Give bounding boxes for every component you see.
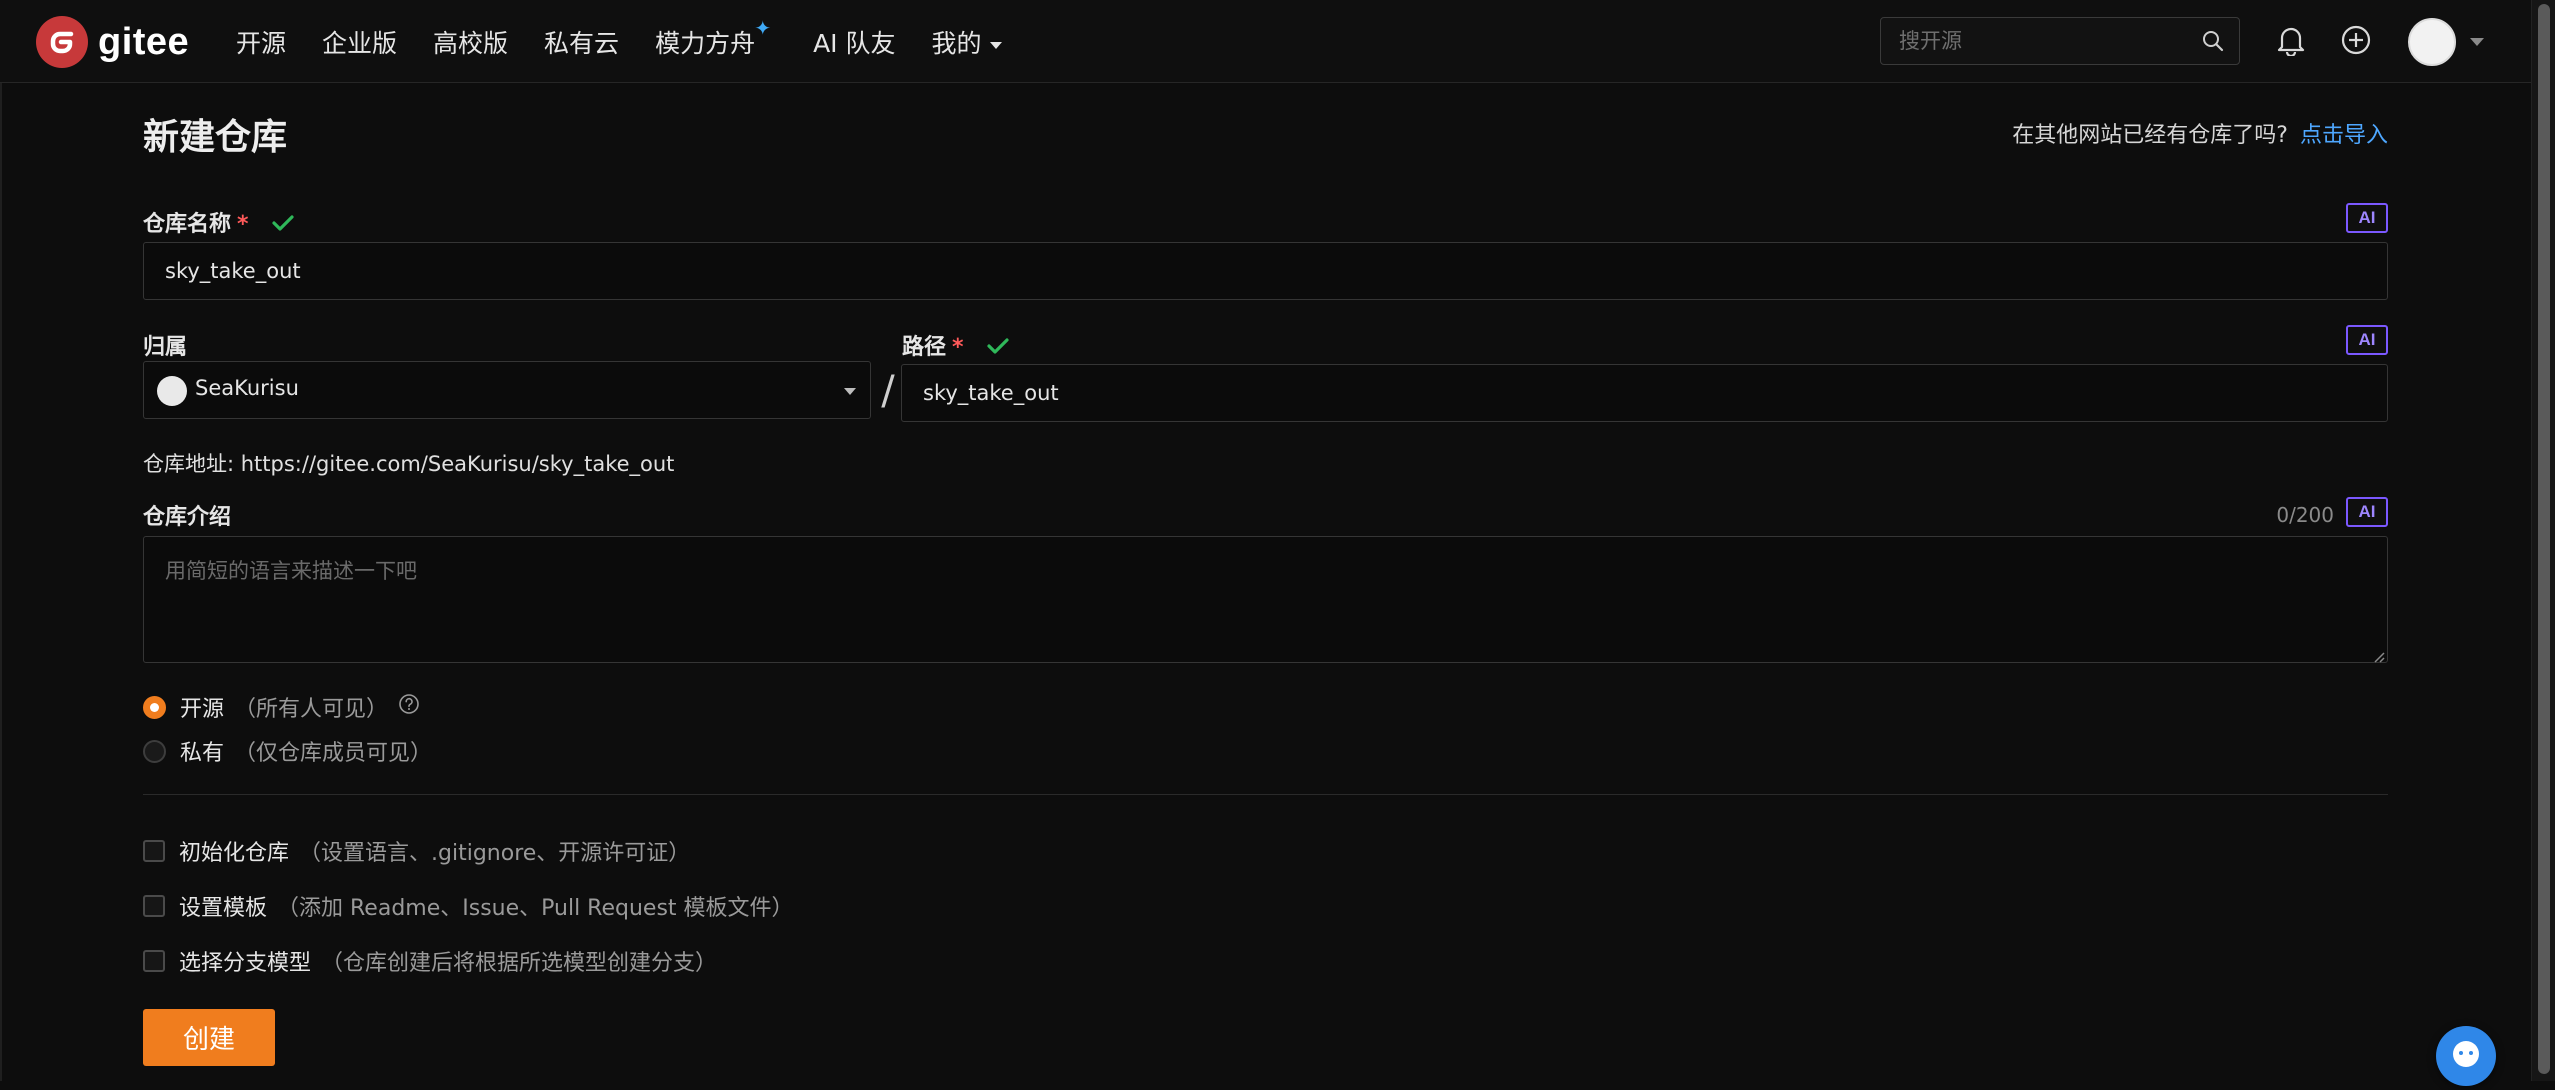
option-template-hint: （添加 Readme、Issue、Pull Request 模板文件） <box>277 896 794 921</box>
chevron-down-icon[interactable] <box>2470 38 2484 46</box>
plus-circle-icon[interactable] <box>2340 24 2372 60</box>
help-icon[interactable] <box>398 693 420 721</box>
page-frame <box>0 0 2 1081</box>
page-scrollbar[interactable] <box>2531 0 2555 1081</box>
path-label-text: 路径 <box>902 335 947 360</box>
search-input[interactable] <box>1881 18 2181 64</box>
divider <box>143 794 2388 795</box>
chevron-down-icon <box>844 388 856 395</box>
search-icon[interactable] <box>2201 29 2225 57</box>
scrollbar-thumb[interactable] <box>2538 4 2550 1074</box>
nav-item-open-source[interactable]: 开源 <box>236 24 286 60</box>
repo-name-label: 仓库名称 * <box>143 206 294 238</box>
nav-item-enterprise[interactable]: 企业版 <box>322 24 397 60</box>
nav-item-private-cloud[interactable]: 私有云 <box>544 24 619 60</box>
desc-label: 仓库介绍 <box>143 505 232 530</box>
option-branch-model-hint: （仓库创建后将根据所选模型创建分支） <box>321 951 718 976</box>
chevron-down-icon <box>989 41 1002 49</box>
owner-name: SeaKurisu <box>195 376 299 400</box>
required-mark: * <box>952 335 964 360</box>
option-template[interactable]: 设置模板 （添加 Readme、Issue、Pull Request 模板文件） <box>143 890 794 922</box>
nav-item-moli[interactable]: 模力方舟 ✦ <box>655 16 771 60</box>
checkbox-branch-model[interactable] <box>143 950 165 972</box>
owner-select[interactable]: SeaKurisu <box>143 361 871 419</box>
repo-url: 仓库地址: https://gitee.com/SeaKurisu/sky_ta… <box>143 452 675 476</box>
import-hint: 在其他网站已经有仓库了吗? 点击导入 <box>2012 117 2388 149</box>
ai-badge-name[interactable]: AI <box>2346 203 2388 233</box>
nav-item-mine-label: 我的 <box>931 29 982 58</box>
import-hint-text: 在其他网站已经有仓库了吗? <box>2012 123 2288 148</box>
page-title: 新建仓库 <box>143 117 288 158</box>
nav-item-mine[interactable]: 我的 <box>932 24 1002 60</box>
option-init-repo-hint: （设置语言、.gitignore、开源许可证） <box>299 841 691 866</box>
desc-textarea[interactable] <box>143 536 2388 663</box>
nav-item-ai-teammate[interactable]: AI 队友 <box>813 24 895 60</box>
nav-item-moli-label: 模力方舟 <box>655 29 756 58</box>
ai-badge-desc[interactable]: AI <box>2346 497 2388 527</box>
path-separator: / <box>881 368 895 414</box>
option-template-label: 设置模板 <box>179 896 268 921</box>
ai-badge-path[interactable]: AI <box>2346 325 2388 355</box>
visibility-public[interactable]: 开源 （所有人可见） <box>143 691 420 723</box>
check-icon <box>272 213 294 238</box>
radio-private-label: 私有 <box>180 741 225 766</box>
import-link[interactable]: 点击导入 <box>2300 123 2388 148</box>
user-avatar[interactable] <box>2408 18 2456 66</box>
option-branch-model-label: 选择分支模型 <box>179 951 312 976</box>
bell-icon[interactable] <box>2276 24 2306 60</box>
checkbox-init-repo[interactable] <box>143 840 165 862</box>
radio-public-label: 开源 <box>180 697 225 722</box>
radio-private[interactable] <box>143 739 166 763</box>
gitee-logo[interactable]: gitee <box>36 16 189 68</box>
repo-name-label-text: 仓库名称 <box>143 212 232 237</box>
search-box <box>1880 17 2240 65</box>
visibility-private[interactable]: 私有 （仅仓库成员可见） <box>143 735 432 767</box>
resize-grip-icon[interactable] <box>2373 648 2385 667</box>
radio-public[interactable] <box>143 695 166 719</box>
sparkle-icon: ✦ <box>754 16 772 40</box>
create-button[interactable]: 创建 <box>143 1009 275 1066</box>
path-input[interactable]: sky_take_out <box>901 364 2388 422</box>
checkbox-template[interactable] <box>143 895 165 917</box>
nav-item-education[interactable]: 高校版 <box>433 24 508 60</box>
main-nav: 开源 企业版 高校版 私有云 模力方舟 ✦ AI 队友 我的 <box>236 16 1038 60</box>
radio-private-hint: （仅仓库成员可见） <box>234 741 433 766</box>
logo-text: gitee <box>98 20 190 63</box>
option-init-repo-label: 初始化仓库 <box>179 841 290 866</box>
required-mark: * <box>237 212 249 237</box>
owner-label: 归属 <box>143 335 188 360</box>
repo-name-input[interactable]: sky_take_out <box>143 242 2388 300</box>
radio-public-hint: （所有人可见） <box>234 697 389 722</box>
option-init-repo[interactable]: 初始化仓库 （设置语言、.gitignore、开源许可证） <box>143 835 690 867</box>
chat-help-icon[interactable] <box>2436 1026 2496 1086</box>
top-navbar: gitee 开源 企业版 高校版 私有云 模力方舟 ✦ AI 队友 我的 <box>0 0 2531 83</box>
desc-char-count: 0/200 <box>2276 503 2334 527</box>
path-label: 路径 * <box>902 329 1009 361</box>
option-branch-model[interactable]: 选择分支模型 （仓库创建后将根据所选模型创建分支） <box>143 945 717 977</box>
owner-avatar <box>157 376 187 406</box>
check-icon <box>987 336 1009 361</box>
gitee-logo-icon <box>36 16 88 68</box>
